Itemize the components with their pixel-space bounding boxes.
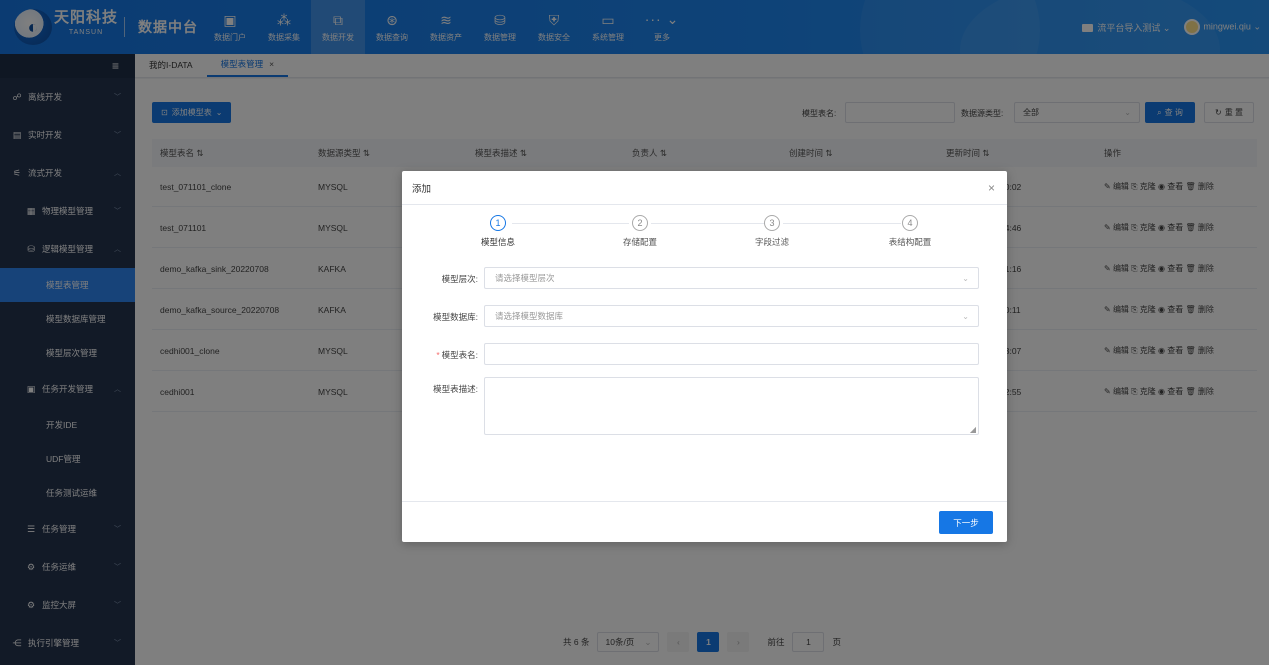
step-indicator: 1 模型信息 2 存储配置 3 字段过滤 4 表结构配置 [402,215,1007,255]
close-icon[interactable]: × [988,181,995,195]
db-label: 模型数据库: [433,312,478,322]
model-table-desc-textarea[interactable]: ◢ [484,377,979,435]
desc-label: 模型表描述: [433,384,478,394]
resize-handle-icon[interactable]: ◢ [970,425,976,434]
required-marker: * [436,350,440,360]
step-storage-config: 2 存储配置 [590,215,690,248]
model-table-name-field[interactable] [484,343,979,365]
chevron-down-icon: ⌄ [962,274,969,283]
dialog-header: 添加 × [402,171,1007,205]
step-field-filter: 3 字段过滤 [722,215,822,248]
model-level-select[interactable]: 请选择模型层次 ⌄ [484,267,979,289]
form-row-db: 模型数据库: 请选择模型数据库 ⌄ [402,305,1007,327]
form-row-desc: 模型表描述: ◢ [402,377,1007,435]
form-row-name: * 模型表名: [402,343,1007,365]
chevron-down-icon: ⌄ [962,312,969,321]
name-label: * 模型表名: [436,350,478,360]
dialog-title: 添加 [412,183,432,195]
dialog-footer-divider [402,501,1007,502]
step-model-info: 1 模型信息 [448,215,548,248]
next-step-button[interactable]: 下一步 [939,511,993,534]
model-db-select[interactable]: 请选择模型数据库 ⌄ [484,305,979,327]
add-dialog: 添加 × 1 模型信息 2 存储配置 3 字段过滤 4 表结构配置 模型层次: 请选择模… [402,171,1007,542]
step-structure-config: 4 表结构配置 [860,215,960,248]
level-label: 模型层次: [441,274,478,284]
form-row-level: 模型层次: 请选择模型层次 ⌄ [402,267,1007,289]
